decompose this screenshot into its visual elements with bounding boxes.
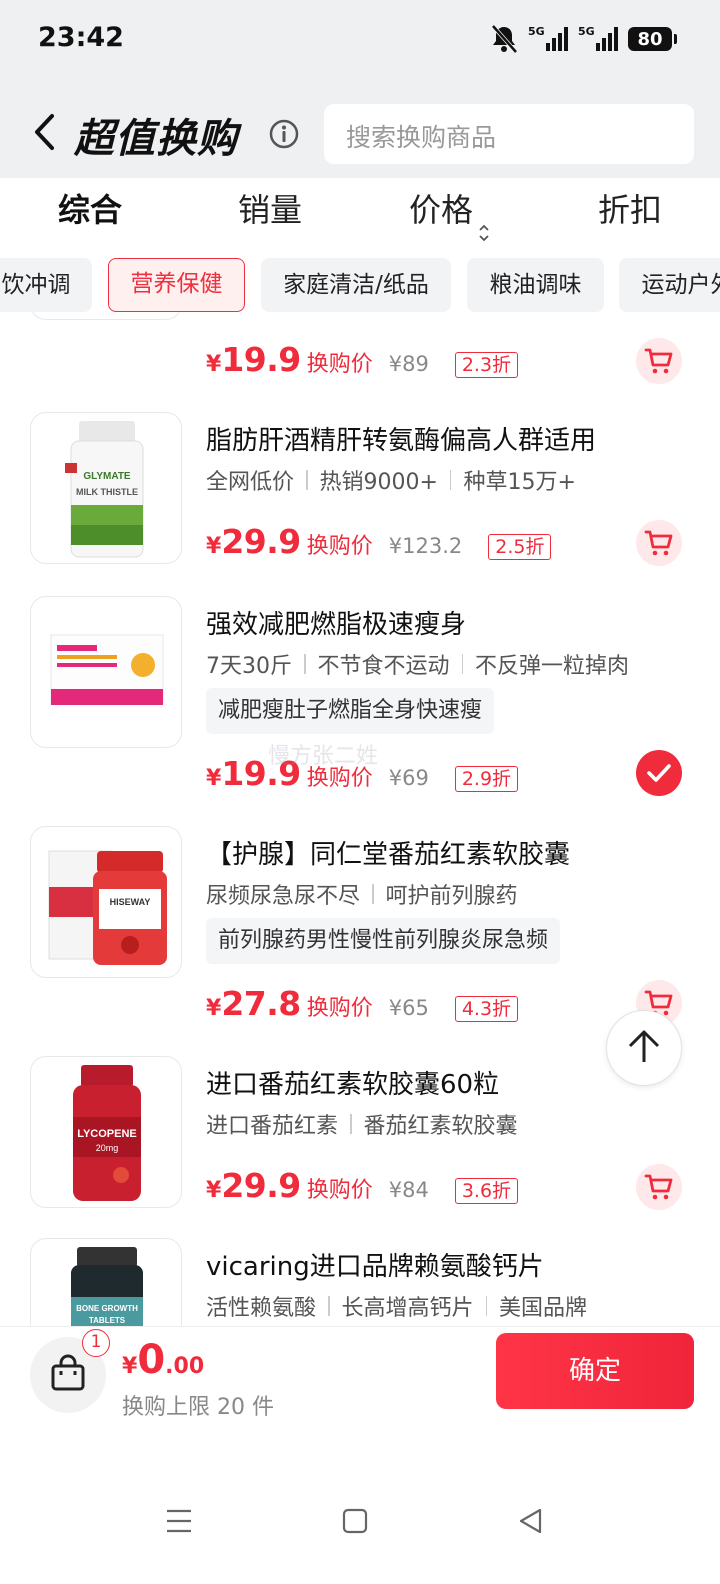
list-item[interactable]: BONE GROWTH TABLETS vicaring进口品牌赖氨酸钙片 活性… — [0, 1238, 720, 1326]
price-row: ¥29.9 换购价 ¥123.2 2.5折 — [206, 522, 552, 561]
chip-nutrition[interactable]: 营养保健 — [108, 258, 245, 312]
original-price: ¥123.2 — [388, 534, 463, 558]
product-image: HISEWAY — [30, 826, 182, 978]
chip-outdoor[interactable]: 运动户外 — [619, 258, 720, 312]
checkout-bar: 1 ¥0.00 换购上限 20 件 确定 — [0, 1326, 720, 1436]
menu-icon[interactable] — [166, 1508, 192, 1538]
status-icons: 5G 5G 80 — [490, 24, 677, 54]
tab-discount[interactable]: 折扣 — [540, 178, 720, 246]
svg-text:HISEWAY: HISEWAY — [110, 897, 151, 907]
price-row: ¥29.9 换购价 ¥84 3.6折 — [206, 1166, 519, 1205]
tab-sales[interactable]: 销量 — [180, 178, 360, 246]
svg-text:TABLETS: TABLETS — [89, 1316, 126, 1325]
tab-comprehensive[interactable]: 综合 — [0, 178, 180, 246]
sort-caret-icon — [477, 201, 491, 242]
original-price: ¥89 — [388, 352, 429, 376]
page-title: 超值换购 — [74, 116, 238, 162]
limit-text: 换购上限 20 件 — [122, 1395, 274, 1420]
product-title: 【护腺】同仁堂番茄红素软胶囊 — [206, 840, 571, 870]
back-arrow-icon[interactable] — [30, 112, 60, 152]
product-tags: 活性赖氨酸 长高增高钙片 美国品牌 — [206, 1296, 588, 1321]
price-row: ¥19.9 换购价 ¥89 2.3折 — [206, 340, 519, 379]
signal-icon-2: 5G — [578, 25, 618, 51]
shopping-bag-icon — [50, 1354, 86, 1396]
keyword-chip: 前列腺药男性慢性前列腺炎尿急频 — [206, 918, 561, 964]
product-image: GLYMATE MILK THISTLE — [30, 412, 182, 564]
svg-text:BONE GROWTH: BONE GROWTH — [76, 1304, 138, 1313]
add-to-cart-button[interactable] — [636, 1164, 682, 1210]
confirm-button[interactable]: 确定 — [496, 1333, 694, 1409]
svg-text:GLYMATE: GLYMATE — [83, 471, 131, 482]
product-title: 强效减肥燃脂极速瘦身 — [206, 610, 467, 640]
svg-text:20mg: 20mg — [96, 1143, 119, 1153]
discount-badge: 4.3折 — [454, 996, 519, 1022]
chip-cleaning[interactable]: 家庭清洁/纸品 — [261, 258, 451, 312]
chip-grain-oil[interactable]: 粮油调味 — [467, 258, 604, 312]
product-title: vicaring进口品牌赖氨酸钙片 — [206, 1252, 544, 1282]
page-header: 超值换购 搜索换购商品 — [0, 82, 720, 178]
search-input[interactable]: 搜索换购商品 — [324, 104, 694, 164]
arrow-up-icon — [624, 1026, 664, 1070]
svg-text:LYCOPENE: LYCOPENE — [77, 1128, 137, 1140]
back-triangle-icon[interactable] — [518, 1508, 544, 1538]
discount-badge: 2.9折 — [454, 766, 519, 792]
original-price: ¥84 — [388, 1178, 429, 1202]
product-tags: 尿频尿急尿不尽 呵护前列腺药 — [206, 884, 518, 909]
discount-badge: 2.5折 — [488, 534, 552, 560]
price: 27.8 — [221, 984, 301, 1023]
selected-check-button[interactable] — [636, 750, 682, 796]
list-item[interactable]: GLYMATE MILK THISTLE 脂肪肝酒精肝转氨酶偏高人群适用 全网低… — [0, 412, 720, 566]
home-square-icon[interactable] — [342, 1508, 368, 1538]
list-item[interactable]: LYCOPENE 20mg 进口番茄红素软胶囊60粒 进口番茄红素 番茄红素软胶囊… — [0, 1056, 720, 1210]
discount-badge: 2.3折 — [454, 352, 519, 378]
price: 19.9 — [221, 340, 301, 379]
cart-count-badge: 1 — [82, 1329, 110, 1357]
mute-bell-icon — [490, 24, 518, 54]
back-to-top-button[interactable] — [606, 1010, 682, 1086]
battery-icon: 80 — [628, 27, 677, 51]
price: 29.9 — [221, 1166, 301, 1205]
tab-price[interactable]: 价格 — [360, 178, 540, 246]
tab-price-label: 价格 — [408, 191, 473, 229]
product-tags: 全网低价 热销9000+ 种草15万+ — [206, 470, 576, 495]
status-time: 23:42 — [38, 22, 124, 53]
original-price: ¥69 — [388, 766, 429, 790]
product-tags: 7天30斤 不节食不运动 不反弹一粒掉肉 — [206, 654, 630, 679]
product-image: LYCOPENE 20mg — [30, 1056, 182, 1208]
list-item[interactable]: HISEWAY 【护腺】同仁堂番茄红素软胶囊 尿频尿急尿不尽 呵护前列腺药 前列腺… — [0, 826, 720, 1026]
add-to-cart-button[interactable] — [636, 338, 682, 384]
product-title: 进口番茄红素软胶囊60粒 — [206, 1070, 500, 1100]
product-image: BONE GROWTH TABLETS — [30, 1238, 182, 1326]
chip-drinks[interactable]: 饮冲调 — [0, 258, 92, 312]
price: 29.9 — [221, 522, 301, 561]
product-title: 脂肪肝酒精肝转氨酶偏高人群适用 — [206, 426, 597, 456]
list-item[interactable]: ¥19.9 换购价 ¥89 2.3折 — [0, 312, 720, 384]
total-price: ¥0.00 — [122, 1337, 205, 1383]
category-chips: 饮冲调 营养保健 家庭清洁/纸品 粮油调味 运动户外 — [0, 258, 720, 312]
product-image — [30, 312, 182, 320]
signal-icon: 5G — [528, 25, 568, 51]
status-bar: 23:42 5G 5G 80 — [0, 0, 720, 82]
discount-badge: 3.6折 — [454, 1178, 519, 1204]
svg-text:MILK THISTLE: MILK THISTLE — [76, 487, 138, 497]
keyword-chip: 减肥瘦肚子燃脂全身快速瘦 — [206, 688, 495, 734]
sort-tabs: 综合 销量 价格 折扣 — [0, 178, 720, 246]
original-price: ¥65 — [388, 996, 429, 1020]
add-to-cart-button[interactable] — [636, 520, 682, 566]
product-image — [30, 596, 182, 748]
product-list: ¥19.9 换购价 ¥89 2.3折 GLYMATE MILK THISTLE 脂肪肝… — [0, 312, 720, 1326]
product-tags: 进口番茄红素 番茄红素软胶囊 — [206, 1114, 518, 1139]
info-icon[interactable] — [268, 118, 300, 150]
watermark: 慢方张二姓 — [268, 744, 379, 769]
price-row: ¥27.8 换购价 ¥65 4.3折 — [206, 984, 519, 1023]
system-nav-bar — [0, 1436, 720, 1584]
